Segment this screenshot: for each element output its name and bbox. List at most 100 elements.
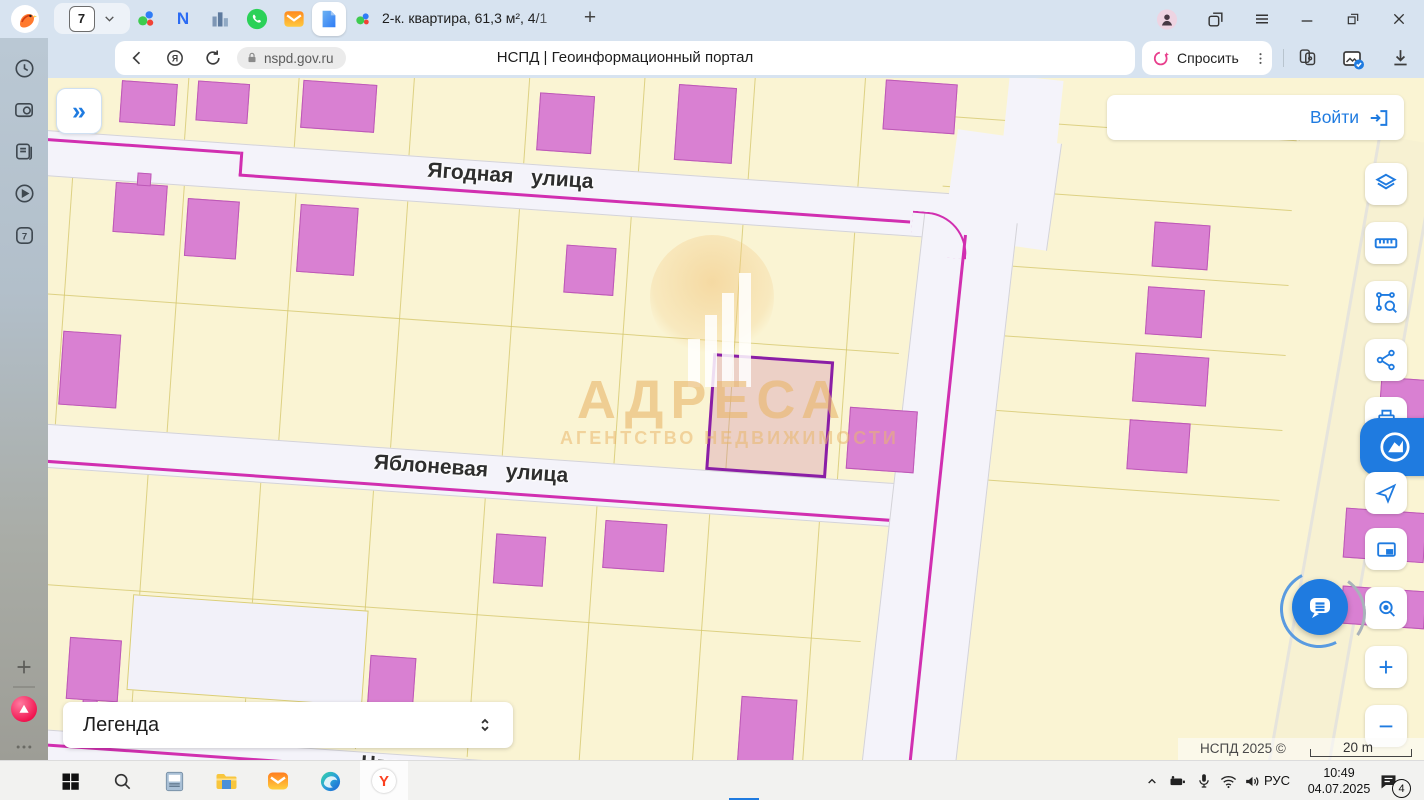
nspd-assistant-flyout[interactable] bbox=[1360, 418, 1424, 476]
tray-wifi-icon[interactable] bbox=[1216, 769, 1240, 793]
pinned-tab-buildings-icon[interactable] bbox=[208, 7, 232, 31]
building[interactable] bbox=[300, 80, 377, 133]
map-viewport[interactable]: Ягодная улица Яблоневая улица Цвето АДРЕ… bbox=[48, 78, 1424, 760]
ruler-button[interactable] bbox=[1365, 222, 1407, 264]
building[interactable] bbox=[137, 172, 152, 186]
screenshot-tool-icon[interactable] bbox=[1341, 47, 1365, 71]
ask-ai-icon bbox=[1152, 49, 1171, 68]
building[interactable] bbox=[674, 84, 737, 164]
back-icon[interactable] bbox=[127, 48, 147, 68]
building[interactable] bbox=[602, 520, 667, 572]
building[interactable] bbox=[1145, 286, 1205, 338]
active-tab-title[interactable]: 2-к. квартира, 61,3 м², 4/1 bbox=[382, 10, 570, 26]
chat-button[interactable] bbox=[1292, 579, 1348, 635]
alice-assistant-icon[interactable] bbox=[11, 696, 37, 722]
yandex-browser-icon: Y bbox=[372, 769, 396, 793]
building[interactable] bbox=[195, 80, 250, 124]
building[interactable] bbox=[112, 182, 167, 236]
scale-bar bbox=[1310, 749, 1412, 757]
yandex-home-icon[interactable]: Я bbox=[165, 48, 185, 68]
close-button[interactable] bbox=[1388, 8, 1410, 30]
building[interactable] bbox=[736, 696, 798, 760]
language-indicator[interactable]: РУС bbox=[1264, 773, 1290, 788]
share-button[interactable] bbox=[1365, 339, 1407, 381]
building[interactable] bbox=[536, 92, 595, 154]
notification-count-badge: 4 bbox=[1392, 779, 1411, 798]
url-field[interactable]: nspd.gov.ru bbox=[237, 47, 346, 69]
history-icon[interactable] bbox=[12, 56, 36, 80]
taskbar-time: 10:49 bbox=[1300, 765, 1378, 781]
refresh-icon[interactable] bbox=[203, 48, 223, 68]
minimize-button[interactable] bbox=[1296, 8, 1318, 30]
pinned-tab-whatsapp-icon[interactable] bbox=[245, 7, 269, 31]
start-button[interactable] bbox=[58, 769, 82, 793]
profile-avatar[interactable] bbox=[1156, 8, 1178, 30]
yandex-browser-taskbar-cell[interactable]: Y bbox=[360, 761, 408, 800]
tabs-panel-icon[interactable] bbox=[1204, 8, 1226, 30]
browser-tab-strip: 7 N 2-к. квартира, 61,3 м², 4/1 + bbox=[0, 0, 1424, 38]
address-bar[interactable]: Я nspd.gov.ru НСПД | Геоинформационный п… bbox=[115, 41, 1135, 75]
taskbar-app-document-icon[interactable] bbox=[162, 769, 186, 793]
pinned-tab-active-nspd[interactable] bbox=[312, 2, 346, 36]
building[interactable] bbox=[184, 198, 240, 259]
building[interactable] bbox=[882, 79, 957, 134]
building[interactable] bbox=[1132, 353, 1209, 407]
login-icon bbox=[1368, 107, 1390, 129]
building[interactable] bbox=[1126, 419, 1190, 473]
pinned-tab-n-icon[interactable]: N bbox=[171, 7, 195, 31]
toolbar-divider bbox=[1283, 49, 1284, 67]
taskbar-date: 04.07.2025 bbox=[1300, 781, 1378, 797]
more-options-icon[interactable] bbox=[12, 735, 36, 759]
chevron-down-icon bbox=[103, 12, 116, 25]
tab-group-chip[interactable]: 7 bbox=[54, 3, 130, 34]
edge-icon[interactable] bbox=[318, 769, 342, 793]
building[interactable] bbox=[296, 204, 359, 276]
expand-panel-button[interactable]: » bbox=[56, 88, 102, 134]
zoom-in-button[interactable]: + bbox=[1365, 646, 1407, 688]
passwords-icon[interactable] bbox=[1297, 47, 1318, 68]
search-on-map-button[interactable] bbox=[1365, 587, 1407, 629]
pinned-tab-mail-icon[interactable] bbox=[282, 7, 306, 31]
watermark-logo bbox=[650, 235, 774, 359]
pinned-tab-dzen-icon[interactable] bbox=[134, 7, 158, 31]
legend-expand-icon[interactable] bbox=[475, 715, 495, 735]
windows-taskbar: Y РУС 10:49 04.07.2025 4 bbox=[0, 760, 1424, 800]
tray-microphone-icon[interactable] bbox=[1192, 769, 1216, 793]
layers-button[interactable] bbox=[1365, 163, 1407, 205]
tab-group-seven-icon[interactable]: 7 bbox=[12, 223, 36, 247]
login-bar[interactable]: Войти bbox=[1107, 95, 1404, 140]
map-attribution: НСПД 2025 © 20 m bbox=[1178, 738, 1424, 760]
building[interactable] bbox=[66, 637, 122, 702]
area-search-button[interactable] bbox=[1365, 281, 1407, 323]
my-location-button[interactable] bbox=[1365, 472, 1407, 514]
building[interactable] bbox=[119, 80, 178, 126]
add-panel-icon[interactable] bbox=[12, 655, 36, 679]
feed-icon[interactable] bbox=[12, 139, 36, 163]
new-tab-button[interactable]: + bbox=[576, 4, 604, 32]
watermark-subtitle: АГЕНТСТВО НЕДВИЖИМОСТИ bbox=[560, 428, 870, 449]
yandex-mail-app-icon[interactable] bbox=[266, 769, 290, 793]
ask-ai-button[interactable]: Спросить bbox=[1142, 41, 1272, 75]
browser-logo-icon[interactable] bbox=[10, 4, 40, 34]
taskbar-clock[interactable]: 10:49 04.07.2025 bbox=[1300, 765, 1378, 797]
menu-icon[interactable] bbox=[1251, 8, 1273, 30]
building[interactable] bbox=[493, 533, 546, 586]
building[interactable] bbox=[1152, 222, 1211, 271]
tray-chevron-icon[interactable] bbox=[1140, 769, 1164, 793]
tray-volume-icon[interactable] bbox=[1240, 769, 1264, 793]
active-tab-favicon bbox=[354, 7, 372, 31]
file-explorer-icon[interactable] bbox=[214, 769, 238, 793]
screenshot-icon[interactable] bbox=[12, 98, 36, 122]
login-label: Войти bbox=[1310, 107, 1359, 128]
download-icon[interactable] bbox=[1390, 47, 1411, 68]
mini-map-button[interactable] bbox=[1365, 528, 1407, 570]
building[interactable] bbox=[563, 245, 616, 296]
browser-sidebar: 7 bbox=[0, 38, 48, 760]
building[interactable] bbox=[58, 331, 121, 409]
tray-device-icon[interactable] bbox=[1166, 769, 1190, 793]
sidebar-divider bbox=[13, 686, 35, 688]
taskbar-search-icon[interactable] bbox=[110, 769, 134, 793]
restore-button[interactable] bbox=[1342, 8, 1364, 30]
video-icon[interactable] bbox=[12, 181, 36, 205]
legend-panel[interactable]: Легенда bbox=[63, 702, 513, 748]
